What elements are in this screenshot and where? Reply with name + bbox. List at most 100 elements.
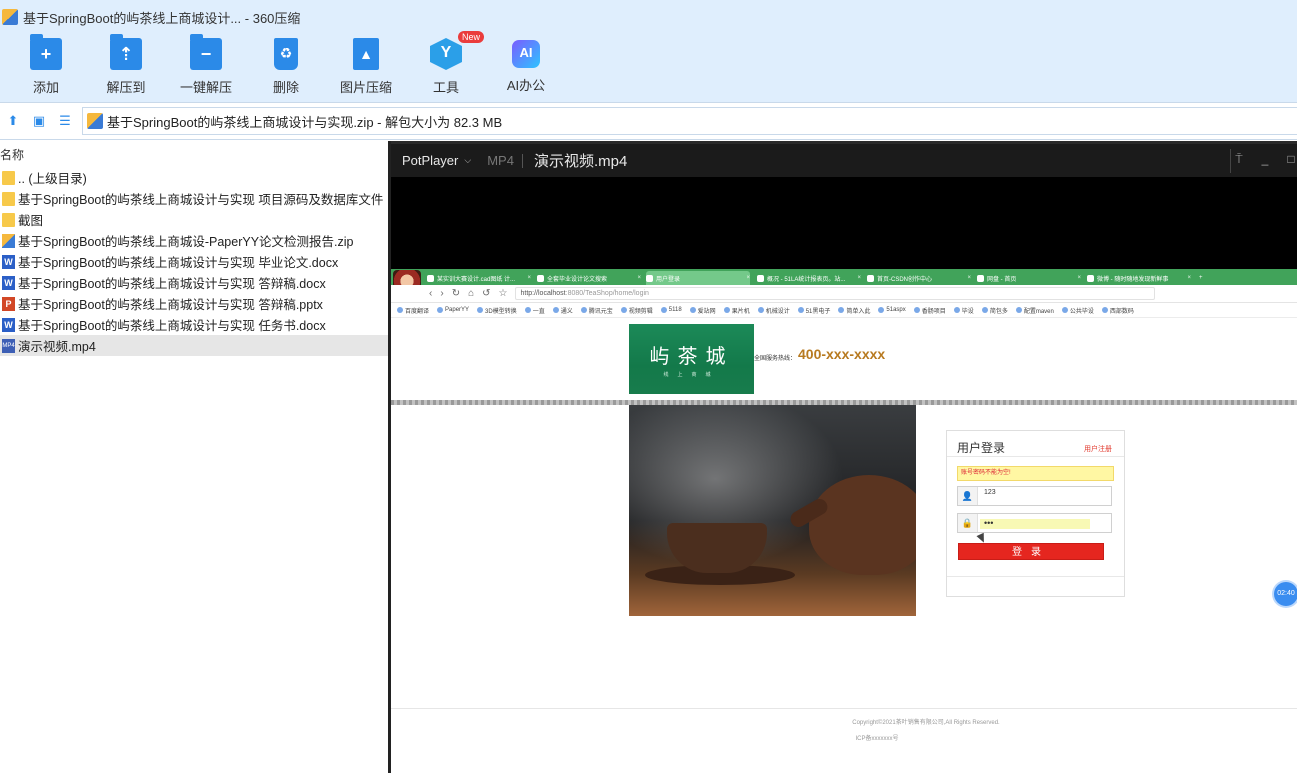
list-item[interactable]: 基于SpringBoot的屿茶线上商城设计与实现 项目源码及数据库文件 xyxy=(0,188,388,209)
delete-label: 删除 xyxy=(272,80,299,95)
file-name: 演示视频.mp4 xyxy=(18,340,96,354)
tools-button[interactable]: Y 工具 xyxy=(406,38,486,96)
column-header-name[interactable]: 名称 xyxy=(0,141,388,167)
image-compress-label: 图片压缩 xyxy=(339,80,392,95)
bookmark: 西部数码 xyxy=(1101,306,1134,315)
extract-to-icon: ⇡ xyxy=(110,34,142,70)
file-name: 基于SpringBoot的屿茶线上商城设计与实现 答辩稿.pptx xyxy=(18,298,323,312)
media-format: MP4 xyxy=(487,153,514,168)
extract-to-button[interactable]: ⇡ 解压到 xyxy=(86,34,166,96)
image-compress-button[interactable]: ▲ 图片压缩 xyxy=(326,38,406,96)
bookmark: 5118 xyxy=(660,307,682,313)
browser-tab: 首页-CSDN创作中心 × xyxy=(867,271,971,285)
tools-label: 工具 xyxy=(432,80,459,95)
list-item[interactable]: 截图 xyxy=(0,209,388,230)
powerpoint-icon: P xyxy=(2,296,15,311)
separator xyxy=(521,153,523,168)
home-icon: ⌂ xyxy=(468,288,475,299)
file-list: 名称 .. (上级目录) 基于SpringBoot的屿茶线上商城设计与实现 项目… xyxy=(0,141,388,773)
address-bar: ⬆ ▣ ☰ 基于SpringBoot的屿茶线上商城设计与实现.zip - 解包大… xyxy=(0,102,1297,140)
extract-to-label: 解压到 xyxy=(106,80,146,95)
zip-file-icon xyxy=(87,113,103,129)
up-level-button[interactable]: ⬆ xyxy=(0,108,26,134)
bookmark: 3D模型转换 xyxy=(477,306,517,315)
minimize-icon[interactable]: _ xyxy=(1259,152,1271,167)
window-title: 基于SpringBoot的屿茶线上商城设计... - 360压缩 xyxy=(23,10,301,26)
list-view-icon: ☰ xyxy=(59,113,71,128)
path-field[interactable]: 基于SpringBoot的屿茶线上商城设计与实现.zip - 解包大小为 82.… xyxy=(82,107,1297,135)
browser-url-field: http://localhost:8080/TeaShop/home/login xyxy=(515,287,1156,300)
delete-button[interactable]: ♻ 删除 xyxy=(246,38,326,96)
zip-file-icon xyxy=(2,233,15,248)
list-item-selected[interactable]: MP4 演示视频.mp4 xyxy=(0,335,388,356)
player-title-bar: PotPlayer ⌵ MP4 演示视频.mp4 ⍑ _ □ xyxy=(391,141,1297,177)
video-frame[interactable]: 某实训大赛设计.cad图纸 计... × 全套毕业设计论文搜索 × 用户登录 × 概况… xyxy=(391,269,1297,773)
list-item[interactable]: P 基于SpringBoot的屿茶线上商城设计与实现 答辩稿.pptx xyxy=(0,293,388,314)
file-name: .. (上级目录) xyxy=(18,172,87,186)
bookmark: 爱站网 xyxy=(689,306,716,315)
playback-time-bubble[interactable]: 02:40 xyxy=(1274,582,1297,606)
file-name: 基于SpringBoot的屿茶线上商城设计与实现 任务书.docx xyxy=(18,319,326,333)
separator xyxy=(1230,149,1231,173)
title-bar: 基于SpringBoot的屿茶线上商城设计... - 360压缩 xyxy=(0,0,1297,34)
bookmark: 香肠项目 xyxy=(913,306,946,315)
ai-office-icon: AI xyxy=(512,40,540,68)
divider xyxy=(947,456,1124,457)
word-document-icon: W xyxy=(2,254,15,269)
list-item[interactable]: .. (上级目录) xyxy=(0,167,388,188)
password-value: ••• xyxy=(980,519,1090,529)
file-name: 基于SpringBoot的屿茶线上商城设计与实现 答辩稿.docx xyxy=(18,277,326,291)
browser-nav-bar: ‹ › ↻ ⌂ ↺ ☆ http://localhost:8080/TeaSho… xyxy=(391,285,1297,303)
word-document-icon: W xyxy=(2,317,15,332)
hotline-label: 全国服务热线： xyxy=(754,356,797,362)
logo-subtitle: 线上商城 xyxy=(663,372,720,378)
back-icon: ‹ xyxy=(429,288,433,299)
site-header: 屿茶城 线上商城 全国服务热线： 400-xxx-xxxx xyxy=(391,319,1297,400)
tools-icon: Y xyxy=(430,38,462,70)
bookmark: PaperYY xyxy=(437,307,469,313)
arrow-up-icon: ⬆ xyxy=(7,113,19,128)
login-button: 登录 xyxy=(958,543,1104,560)
list-item[interactable]: 基于SpringBoot的屿茶线上商城设-PaperYY论文检测报告.zip xyxy=(0,230,388,251)
view-list-button[interactable]: ☰ xyxy=(52,108,78,134)
bookmark: 简单入此 xyxy=(838,306,870,315)
browser-tab: 某实训大赛设计.cad图纸 计... × xyxy=(427,271,531,285)
reload-icon: ↻ xyxy=(451,288,461,299)
word-document-icon: W xyxy=(2,275,15,290)
bookmark: 视频剪辑 xyxy=(620,306,653,315)
forward-icon: › xyxy=(440,288,444,299)
ai-office-button[interactable]: AI AI办公 xyxy=(486,38,566,94)
chevron-down-icon[interactable]: ⌵ xyxy=(464,155,471,166)
delete-icon: ♻ xyxy=(274,38,298,70)
bookmark: 百度翻译 xyxy=(397,306,429,315)
pin-icon[interactable]: ⍑ xyxy=(1233,152,1245,167)
divider xyxy=(947,576,1124,577)
video-player: PotPlayer ⌵ MP4 演示视频.mp4 ⍑ _ □ 某实训大赛设计.c… xyxy=(391,141,1297,773)
list-item[interactable]: W 基于SpringBoot的屿茶线上商城设计与实现 任务书.docx xyxy=(0,314,388,335)
list-item[interactable]: W 基于SpringBoot的屿茶线上商城设计与实现 毕业论文.docx xyxy=(0,251,388,272)
password-field: 🔒 ••• xyxy=(957,513,1112,533)
bookmark: 51aspx xyxy=(878,307,906,313)
star-icon: ☆ xyxy=(498,288,508,299)
archive-app-icon xyxy=(2,9,18,25)
one-click-extract-button[interactable]: − 一键解压 xyxy=(166,34,246,96)
bookmark: 简包多 xyxy=(981,306,1008,315)
add-button[interactable]: + 添加 xyxy=(6,34,86,96)
list-item[interactable]: W 基于SpringBoot的屿茶线上商城设计与实现 答辩稿.docx xyxy=(0,272,388,293)
bookmark: 一直 xyxy=(524,306,545,315)
browser-tab: 网盘 - 首页 × xyxy=(977,271,1081,285)
login-title: 用户登录 xyxy=(957,441,1006,455)
login-panel: 用户登录 用户注册 账号密码不能为空! 👤 123 🔒 ••• 登录 xyxy=(946,430,1125,597)
player-menu-button[interactable]: PotPlayer xyxy=(402,153,458,168)
undo-icon: ↺ xyxy=(482,288,491,299)
player-window-controls: ⍑ _ □ xyxy=(1233,152,1297,167)
register-link: 用户注册 xyxy=(1084,446,1112,453)
footer-divider xyxy=(391,708,1297,709)
browser-tab-strip: 某实训大赛设计.cad图纸 计... × 全套毕业设计论文搜索 × 用户登录 × 概况… xyxy=(391,269,1297,285)
view-thumbnail-button[interactable]: ▣ xyxy=(26,108,52,134)
maximize-icon[interactable]: □ xyxy=(1285,152,1297,167)
add-label: 添加 xyxy=(32,80,59,95)
file-name: 截图 xyxy=(18,214,44,228)
ai-office-label: AI办公 xyxy=(506,78,546,93)
media-title: 演示视频.mp4 xyxy=(533,153,628,170)
